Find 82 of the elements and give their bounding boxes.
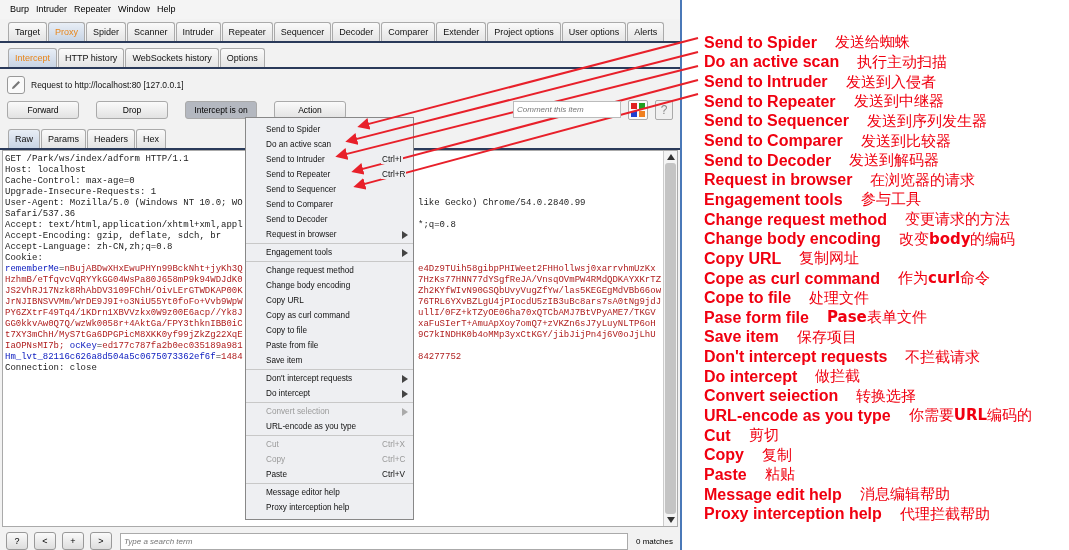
annotation-translation: 剪切 — [748, 426, 779, 446]
annotation-label: Change request method — [704, 210, 888, 229]
request-line: 76TRL6YXvBZLgU4jPIocdU5zIB3uBc8ars7sA0tNg9jdJ — [418, 296, 662, 308]
annotation-translation: 代理拦截帮助 — [899, 504, 990, 524]
request-line: e4Dz9TUih58gibpPHIWeet2FHHollwsj0xarrvhmUzKx — [418, 263, 656, 275]
request-line: xaFuSIerT+AmuApXoy7omQ7+zVKZn6sJ7yLuyNLTP6oH — [418, 318, 656, 330]
match-count: 0 matches — [636, 536, 673, 546]
annotation-translation: 你需要URL编码的 — [908, 406, 1032, 426]
annotation-translation: 发送到解码器 — [849, 151, 940, 171]
annotation-translation: 变更请求的方法 — [905, 210, 1011, 230]
annotation-translation: 做拦截 — [815, 367, 861, 387]
annotation-label: Send to Intruder — [704, 73, 828, 92]
annotation-translation: 保存项目 — [796, 327, 857, 347]
annotation-translation: Pase表单文件 — [826, 308, 927, 328]
annotation-translation: 作为curl命令 — [898, 269, 991, 288]
annotation-label: Send to Decoder — [704, 151, 832, 170]
request-line: Zh2KYfWIvN90GSQbUvyVugZfYw/las5KEGEgMdVBb66ow — [418, 285, 662, 297]
request-line: GET /Park/ws/index/adform HTTP/1.1 — [5, 153, 190, 165]
annotation-label: Message edit help — [704, 485, 842, 504]
annotation-label: Change body encoding — [704, 230, 881, 249]
request-line: Host: localhost — [5, 164, 87, 176]
request-line: User-Agent: Mozilla/5.0 (Windows NT 10.0; WO — [5, 197, 244, 209]
request-line: 7HzKs77HNN77dYSgfReJA/VnsqOVmPW4RMdQDKAYXKrTZ — [418, 274, 662, 286]
annotation-label: Proxy interception help — [704, 505, 882, 524]
request-line: PY6ZXtrF49Tq4/1KDrn1XBVVzkx0W9z00E6acp//Yk8J — [5, 307, 244, 319]
request-line: t7XY3mChH/MyS7tGa6DPGPicM8XKK0yf99jZkZg22XqE — [5, 329, 244, 341]
request-line: 84277752 — [418, 351, 462, 363]
request-line: Hm_lvt_82116c626a8d504a5c0675073362ef6f=1484 — [5, 351, 244, 363]
annotation-label: Cope to file — [704, 289, 792, 308]
annotation-translation: 发送给蜘蛛 — [834, 33, 910, 53]
annotation-label: Send to Sequencer — [704, 112, 849, 131]
request-line: Upgrade-Insecure-Requests: 1 — [5, 186, 158, 198]
annotation-translation: 在浏览器的请求 — [870, 170, 976, 190]
annotation-label: Send to Repeater — [704, 92, 836, 111]
annotation-label: Cut — [704, 426, 731, 445]
annotation-translation: 参与工具 — [860, 190, 921, 210]
request-line: JS2VhRJ17Nzk8RhAbDV3109FChH/OivLErGTWDKAP00K — [5, 285, 244, 297]
annotation-label: Cope as curl command — [704, 269, 881, 288]
annotation-label: Copy — [704, 446, 744, 465]
request-line: Cookie: — [5, 252, 44, 264]
annotation-label: Copy URL — [704, 249, 782, 268]
annotation-translation: 发送到入侵者 — [845, 72, 936, 92]
request-line: IaOPNsMI7b; ocKey=ed177c787fa2b0ec035189a981 — [5, 340, 244, 352]
request-line: rememberMe=nBujABDwXHxEwuPHYn99BckNht+jyKh3Q — [5, 263, 244, 275]
annotation-translation: 改变body的编码 — [898, 229, 1016, 249]
request-line: *;q=0.8 — [418, 219, 456, 231]
request-line: ullI/0FZ+kTZyOE06ha70xQTCbAMJ7BtVPyAME7/TKGV — [418, 307, 656, 319]
annotation-label: Save item — [704, 328, 779, 347]
request-line: Accept-Language: zh-CN,zh;q=0.8 — [5, 241, 174, 253]
request-line: Accept-Encoding: gzip, deflate, sdch, br — [5, 230, 223, 242]
request-line: like Gecko) Chrome/54.0.2840.99 — [418, 197, 586, 209]
annotation-label: Don't intercept requests — [704, 348, 888, 367]
request-line: 9C7kINDHK0b4oMMp3yxCtKGY/jibJijPn4j6V0oJjLhU — [418, 329, 656, 341]
request-line: Accept: text/html,application/xhtml+xml,appl — [5, 219, 244, 231]
annotation-label: Request in browser — [704, 171, 853, 190]
annotation-label: URL-encode as you type — [704, 407, 891, 425]
annotation-translation: 发送到序列发生器 — [866, 111, 987, 131]
annotation-translation: 发送到比较器 — [860, 131, 951, 151]
annotation-translation: 执行主动扫描 — [857, 52, 948, 72]
annotation-translation: 发送到中继器 — [853, 92, 944, 112]
annotation-label: Do an active scan — [704, 53, 840, 72]
annotation-label: Send to Comparer — [704, 132, 843, 150]
annotation-label: Do intercept — [704, 367, 798, 386]
request-line: HzhmB/eTfqvcVqRYYkGG04WsPa80J658mP9k94WDJdK0 — [5, 274, 244, 286]
annotation-translation: 转换选择 — [856, 386, 917, 406]
annotation-translation: 不拦截请求 — [905, 347, 981, 367]
annotation-label: Engagement tools — [704, 190, 843, 209]
request-line: GG0kkvAw0Q7Q/wzWk0058r+4AktGa/FPY3thknIBB0iC — [5, 318, 244, 330]
annotation-translation: 粘贴 — [764, 465, 795, 485]
annotation-label: Paste — [704, 465, 747, 484]
annotation-label: Pase form file — [704, 308, 809, 327]
annotation-translation: 处理文件 — [809, 288, 870, 308]
request-line: Connection: close — [5, 362, 98, 374]
annotation-translation: 消息编辑帮助 — [859, 485, 950, 505]
request-info: Request to http://localhost:80 [127.0.0.1] — [31, 79, 184, 90]
annotation-translation: 复制 — [762, 445, 792, 465]
annotation-label: Convert seiection — [704, 387, 839, 406]
request-line: Safari/537.36 — [5, 208, 77, 220]
request-line: JrNJIBNSVVMm/WrDE9J9I+o3NiU55Yt0foFo+Vvb9WpW — [5, 296, 244, 308]
annotation-translation: 复制网址 — [799, 249, 860, 269]
annotation-label: Send to Spider — [704, 33, 817, 52]
request-line: Cache-Control: max-age=0 — [5, 175, 136, 187]
